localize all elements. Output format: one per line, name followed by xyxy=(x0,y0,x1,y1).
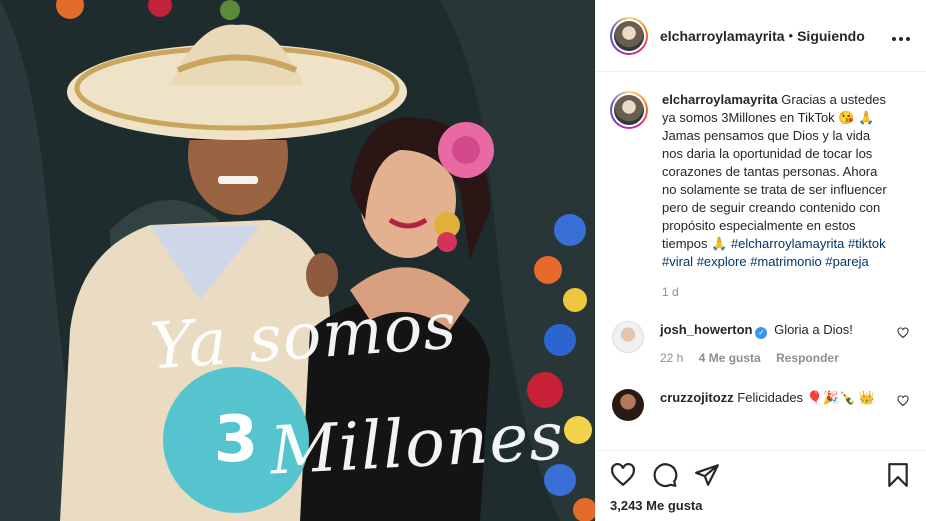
comments-section[interactable]: elcharroylamayrita Gracias a ustedes ya … xyxy=(596,73,926,450)
hashtag[interactable]: #matrimonio xyxy=(750,254,822,269)
reply-button[interactable]: Responder xyxy=(776,351,839,365)
post-image[interactable]: Ya somos 3 Millones xyxy=(0,0,595,521)
caption-time: 1 d xyxy=(662,285,679,299)
overlay-text-millones: Millones xyxy=(268,397,566,490)
share-icon[interactable] xyxy=(694,462,720,488)
comment-username[interactable]: cruzzojitozz xyxy=(660,390,734,405)
save-icon[interactable] xyxy=(885,462,911,488)
heart-icon[interactable] xyxy=(610,462,636,488)
following-button[interactable]: Siguiendo xyxy=(797,28,865,44)
comment-likes[interactable]: 4 Me gusta xyxy=(699,351,761,365)
comment-text: Felicidades 🎈🎉🍾 👑 xyxy=(737,390,876,405)
comment-avatar[interactable] xyxy=(612,389,644,421)
hashtag[interactable]: #elcharroylamayrita xyxy=(731,236,844,251)
overlay-number: 3 xyxy=(213,403,259,477)
comment-text: Gloria a Dios! xyxy=(774,322,853,337)
hashtag[interactable]: #pareja xyxy=(825,254,868,269)
heart-icon[interactable] xyxy=(897,327,909,339)
comment-avatar[interactable] xyxy=(612,321,644,353)
caption-username[interactable]: elcharroylamayrita xyxy=(662,92,778,107)
hashtag[interactable]: #tiktok xyxy=(848,236,886,251)
caption: elcharroylamayrita Gracias a ustedes ya … xyxy=(610,91,911,271)
more-icon[interactable] xyxy=(892,30,910,41)
comment-username[interactable]: josh_howerton xyxy=(660,322,752,337)
comment-icon[interactable] xyxy=(652,462,678,488)
post-sidebar: elcharroylamayrita • Siguiendo elcharroy… xyxy=(595,0,926,521)
caption-text-block: elcharroylamayrita Gracias a ustedes ya … xyxy=(662,91,894,271)
comment-time: 22 h xyxy=(660,351,684,365)
like-count[interactable]: 3,243 Me gusta xyxy=(610,498,911,513)
hashtag[interactable]: #viral xyxy=(662,254,693,269)
instagram-post-modal: Ya somos 3 Millones elcharroylamayrita •… xyxy=(0,0,926,521)
action-bar: 3,243 Me gusta xyxy=(596,450,926,521)
hashtag[interactable]: #explore xyxy=(697,254,747,269)
header-username[interactable]: elcharroylamayrita xyxy=(660,28,785,44)
caption-body: Gracias a ustedes ya somos 3Millones en … xyxy=(662,92,887,251)
comment: josh_howerton ✓ Gloria a Dios! 22 h 4 Me … xyxy=(610,321,911,367)
avatar[interactable] xyxy=(610,16,648,55)
verified-icon: ✓ xyxy=(755,327,768,339)
post-header: elcharroylamayrita • Siguiendo xyxy=(596,0,926,72)
heart-icon[interactable] xyxy=(897,395,909,407)
comment-meta: 22 h 4 Me gusta Responder xyxy=(660,349,880,367)
comment: cruzzojitozz Felicidades 🎈🎉🍾 👑 xyxy=(610,389,911,421)
caption-avatar[interactable] xyxy=(610,91,648,129)
separator-dot: • xyxy=(788,28,794,43)
